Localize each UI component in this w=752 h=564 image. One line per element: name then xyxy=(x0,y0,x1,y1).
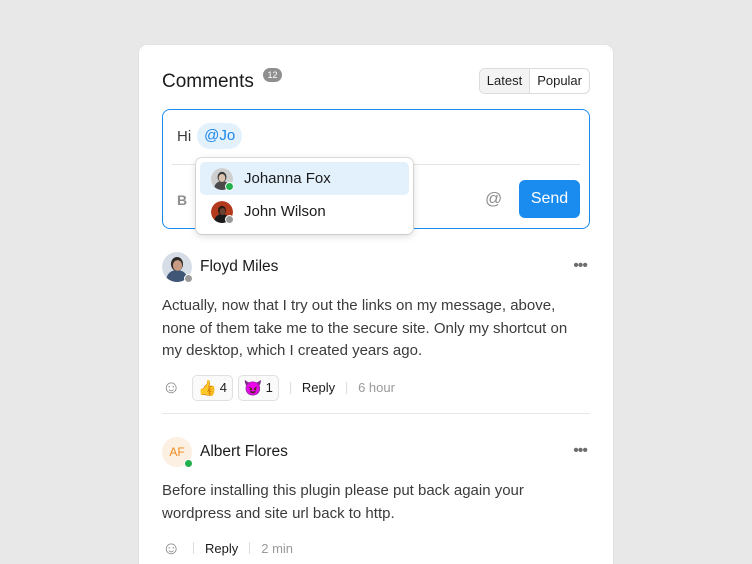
reaction-count: 4 xyxy=(219,380,227,395)
comment-actions: ☺ Reply 2 min xyxy=(162,535,590,561)
mention-chip[interactable]: @Jo xyxy=(197,123,243,149)
more-options-icon[interactable]: ••• xyxy=(573,442,588,460)
comment-timestamp: 6 hour xyxy=(358,380,395,395)
add-reaction-icon[interactable]: ☺ xyxy=(162,538,182,559)
comment-header: AF Albert Flores ••• xyxy=(162,437,590,468)
comment-item: Floyd Miles ••• Actually, now that I try… xyxy=(162,252,590,401)
comment-author[interactable]: Floyd Miles xyxy=(200,258,278,276)
comment-count-badge: 12 xyxy=(263,68,282,82)
sort-toggle: Latest Popular xyxy=(478,68,590,94)
sort-popular-button[interactable]: Popular xyxy=(530,69,589,93)
reaction-thumbs-up[interactable]: 👍 4 xyxy=(192,374,233,401)
composer-input[interactable]: Hi @Jo xyxy=(177,123,243,149)
comments-header: Comments 12 Latest Popular xyxy=(162,67,590,97)
avatar[interactable] xyxy=(162,252,193,283)
comment-author[interactable]: Albert Flores xyxy=(200,443,288,461)
thumbs-up-icon: 👍 xyxy=(198,379,217,397)
suggestion-john-wilson[interactable]: John Wilson xyxy=(200,195,409,228)
comments-card: Comments 12 Latest Popular Hi @Jo B @ Se… xyxy=(139,45,613,564)
reply-button[interactable]: Reply xyxy=(205,541,238,556)
offline-status-dot xyxy=(225,214,234,224)
comment-item: AF Albert Flores ••• Before installing t… xyxy=(162,437,590,561)
reaction-count: 1 xyxy=(265,380,273,395)
sort-latest-button[interactable]: Latest xyxy=(479,69,531,93)
comment-divider xyxy=(162,413,590,414)
comment-body: Actually, now that I try out the links o… xyxy=(162,297,568,359)
avatar-initials: AF xyxy=(169,445,185,459)
divider xyxy=(249,542,251,554)
suggestion-name: Johanna Fox xyxy=(244,170,331,187)
bold-button[interactable]: B xyxy=(177,192,187,208)
avatar xyxy=(211,200,234,224)
suggestion-name: John Wilson xyxy=(244,203,326,220)
mention-suggestions: Johanna Fox John Wilson xyxy=(196,158,413,234)
composer-text: Hi xyxy=(177,127,192,145)
avatar[interactable]: AF xyxy=(162,437,193,468)
suggestion-johanna-fox[interactable]: Johanna Fox xyxy=(200,162,409,195)
send-button[interactable]: Send xyxy=(519,180,580,218)
comment-timestamp: 2 min xyxy=(261,540,294,556)
comment-actions: ☺ 👍 4 😈 1 Reply 6 hour xyxy=(162,374,590,401)
add-reaction-icon[interactable]: ☺ xyxy=(162,377,182,398)
divider xyxy=(193,542,194,554)
more-options-icon[interactable]: ••• xyxy=(573,257,588,275)
online-status-dot xyxy=(184,459,193,468)
reaction-devil[interactable]: 😈 1 xyxy=(237,374,279,401)
devil-face-icon: 😈 xyxy=(243,379,263,397)
comment-body: Before installing this plugin please put… xyxy=(162,482,524,522)
avatar xyxy=(211,167,234,191)
offline-status-dot xyxy=(184,274,193,283)
online-status-dot xyxy=(225,181,234,191)
divider xyxy=(289,381,291,394)
at-icon[interactable]: @ xyxy=(485,189,502,209)
divider xyxy=(346,381,348,394)
reply-button[interactable]: Reply xyxy=(302,380,335,395)
comment-header: Floyd Miles ••• xyxy=(162,252,590,283)
page-title: Comments xyxy=(162,71,254,92)
